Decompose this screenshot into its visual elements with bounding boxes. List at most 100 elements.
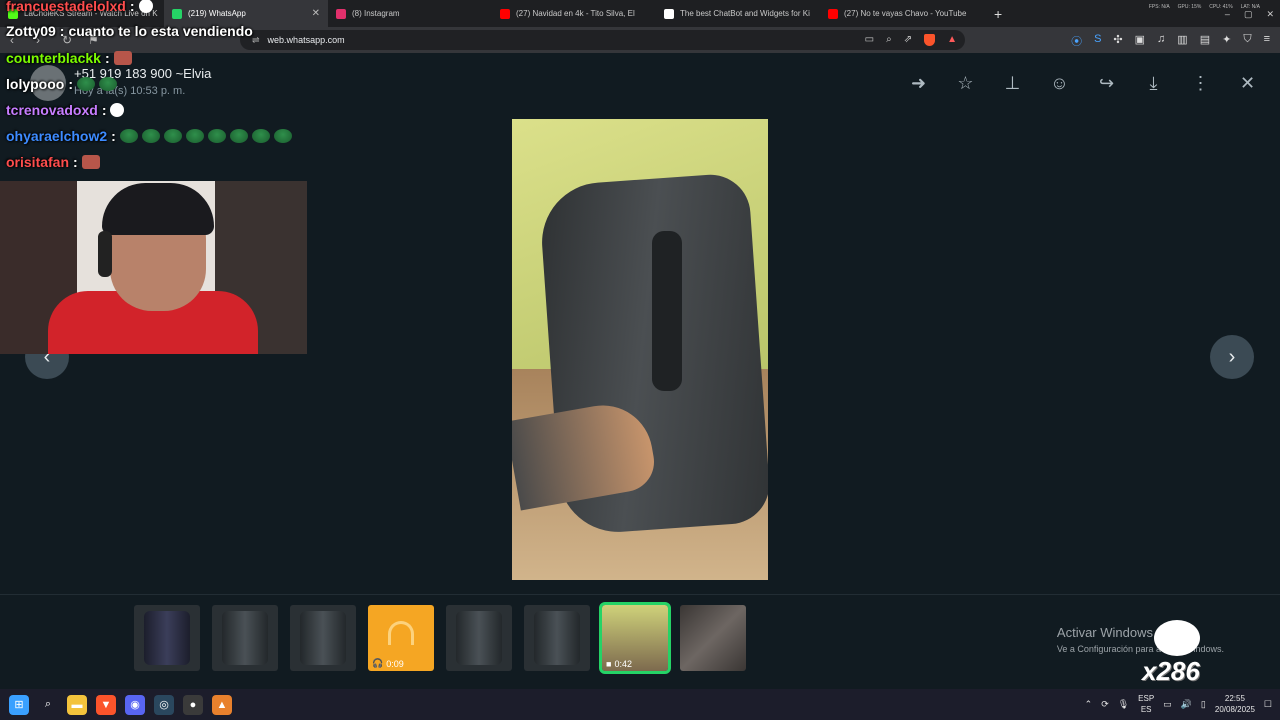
media-thumbnail[interactable] [680, 605, 746, 671]
media-video-frame[interactable] [512, 119, 768, 580]
browser-tab[interactable]: The best ChatBot and Widgets for Ki [656, 0, 820, 27]
media-thumbnail[interactable] [212, 605, 278, 671]
browser-tab[interactable]: (27) Navidad en 4k - Tito Silva, El [492, 0, 656, 27]
media-thumbnail[interactable] [524, 605, 590, 671]
new-tab-button[interactable]: + [994, 6, 1002, 22]
media-thumbnail[interactable]: ■ 0:42 [599, 602, 671, 674]
volume-icon[interactable]: 🔊 [1181, 699, 1192, 710]
puzzle-icon[interactable]: ✣ [1113, 33, 1122, 49]
headphones-icon [388, 621, 414, 645]
music-icon[interactable]: ♫ [1157, 33, 1165, 49]
chat-username: ohyaraelchow2 [6, 128, 108, 144]
app-icon[interactable]: ▲ [212, 694, 232, 715]
chat-username: francuestadelolxd [6, 0, 126, 14]
forward-icon[interactable]: ↪ [1094, 71, 1119, 96]
screenshot-icon[interactable]: ▣ [1135, 33, 1145, 49]
sync-icon[interactable]: ⟳ [1101, 699, 1109, 710]
mic-icon[interactable]: 🎙 [1118, 699, 1129, 710]
pepe-emote-icon [207, 129, 226, 143]
thumbnail-suitcase-image [300, 611, 346, 665]
more-icon[interactable]: ⋮ [1188, 71, 1213, 96]
alert-badge: x286 [1142, 616, 1212, 686]
wallet-icon[interactable]: ▤ [1200, 33, 1210, 49]
taskbar-apps: ⊞ ⌕ ▬ ▼ ◉ ◎ ● ▲ [0, 694, 232, 715]
discord-icon[interactable]: ◉ [125, 694, 145, 715]
ai-icon[interactable]: ✦ [1222, 33, 1231, 49]
chat-separator: : [59, 23, 65, 39]
omnibox-actions: ▭ ⌕ ⇗ ▲ [865, 34, 957, 46]
browser-tab[interactable]: (27) No te vayas Chavo - YouTube [820, 0, 984, 27]
chat-message: tcrenovadoxd: [6, 102, 125, 118]
language-bottom: ES [1140, 705, 1152, 714]
minimize-icon[interactable]: – [1225, 9, 1230, 20]
emoji-icon[interactable]: ☺ [1047, 71, 1072, 96]
screen: LaCholeKS Stream - Watch Live on K (219) … [0, 0, 1280, 720]
tab-title: (27) Navidad en 4k - Tito Silva, El [516, 9, 635, 18]
notification-icon[interactable]: ☐ [1264, 699, 1272, 710]
thumbnail-suitcase-image [144, 611, 190, 665]
extension-s-icon[interactable]: S [1094, 33, 1101, 49]
tray-overflow-icon[interactable]: ⌃ [1085, 699, 1093, 710]
arrow-right-icon[interactable]: ➜ [906, 71, 931, 96]
audio-icon[interactable]: ⦿ [1071, 33, 1082, 49]
tab-title: (27) No te vayas Chavo - YouTube [844, 9, 967, 18]
next-media-button[interactable]: › [1210, 335, 1254, 379]
clock[interactable]: 22:55 20/08/2025 [1215, 693, 1255, 715]
chat-username: orisitafan [6, 154, 70, 170]
skull-emote-icon [110, 103, 125, 117]
search-icon[interactable]: ⌕ [38, 695, 58, 715]
maximize-icon[interactable]: ▢ [1244, 9, 1253, 20]
media-thumbnail[interactable] [134, 605, 200, 671]
chat-username: Zotty09 [6, 23, 56, 39]
video-camera-icon: ■ [606, 659, 612, 669]
chat-separator: : [101, 102, 107, 118]
zoom-icon[interactable]: ⌕ [886, 34, 892, 46]
chat-separator: : [73, 154, 78, 170]
file-explorer-icon[interactable]: ▬ [67, 694, 87, 715]
star-icon[interactable]: ☆ [953, 71, 978, 96]
pepe-emote-icon [229, 129, 248, 143]
clock-time: 22:55 [1224, 694, 1245, 703]
language-top: ESP [1138, 694, 1155, 703]
vpn-icon[interactable]: ⛉ [1243, 33, 1251, 49]
tab-favicon-icon [500, 8, 510, 19]
obs-icon[interactable]: ● [183, 694, 203, 715]
duration-text: 0:09 [386, 658, 404, 669]
chat-message: lolypooo: [6, 76, 117, 92]
share-icon[interactable]: ⇗ [904, 34, 912, 46]
pin-icon[interactable]: ⊥ [1000, 71, 1025, 96]
face-emote-icon [81, 155, 100, 169]
window-controls: – ▢ ✕ [1225, 9, 1274, 20]
windows-taskbar: ⊞ ⌕ ▬ ▼ ◉ ◎ ● ▲ ⌃ ⟳ 🎙 ESP ES ▭ 🔊 ▯ 22:55 20/08/… [0, 689, 1280, 720]
suitcase-handle [652, 231, 682, 391]
steam-icon[interactable]: ◎ [154, 694, 174, 715]
chat-text: cuanto te lo esta vendiendo [68, 23, 253, 39]
download-icon[interactable]: ⤓ [1141, 71, 1166, 96]
chat-username: tcrenovadoxd [6, 102, 98, 118]
battery-icon[interactable]: ▯ [1201, 699, 1206, 710]
chat-separator: : [129, 0, 135, 14]
close-window-icon[interactable]: ✕ [1266, 9, 1274, 20]
media-thumbnail[interactable] [290, 605, 356, 671]
thumbnail-suitcase-image [534, 611, 580, 665]
close-icon[interactable]: ✕ [1235, 71, 1260, 96]
audio-icon: 🎧 [372, 658, 384, 668]
cast-icon[interactable]: ▭ [865, 34, 874, 46]
thumbnail-list: 🎧 0:09 ■ 0:42 [134, 602, 746, 674]
menu-icon[interactable]: ≡ [1264, 33, 1270, 49]
pepe-emote-icon [99, 77, 117, 91]
brave-shield-icon[interactable] [924, 34, 936, 46]
windows-start-icon[interactable]: ⊞ [9, 694, 29, 715]
chat-username: counterblackk [6, 50, 101, 66]
media-thumbnail[interactable] [446, 605, 512, 671]
sidebar-icon[interactable]: ▥ [1177, 33, 1187, 49]
alert-badge-text: x286 [1142, 656, 1200, 686]
language-indicator[interactable]: ESP ES [1138, 693, 1154, 715]
brave-rewards-icon[interactable]: ▲ [947, 34, 957, 46]
media-thumbnail[interactable]: 🎧 0:09 [368, 605, 434, 671]
brave-browser-icon[interactable]: ▼ [96, 694, 116, 715]
chat-message: francuestadelolxd: [6, 0, 153, 14]
chat-message: orisitafan: [6, 154, 100, 170]
display-icon[interactable]: ▭ [1163, 699, 1172, 710]
tab-favicon-icon [828, 8, 838, 19]
